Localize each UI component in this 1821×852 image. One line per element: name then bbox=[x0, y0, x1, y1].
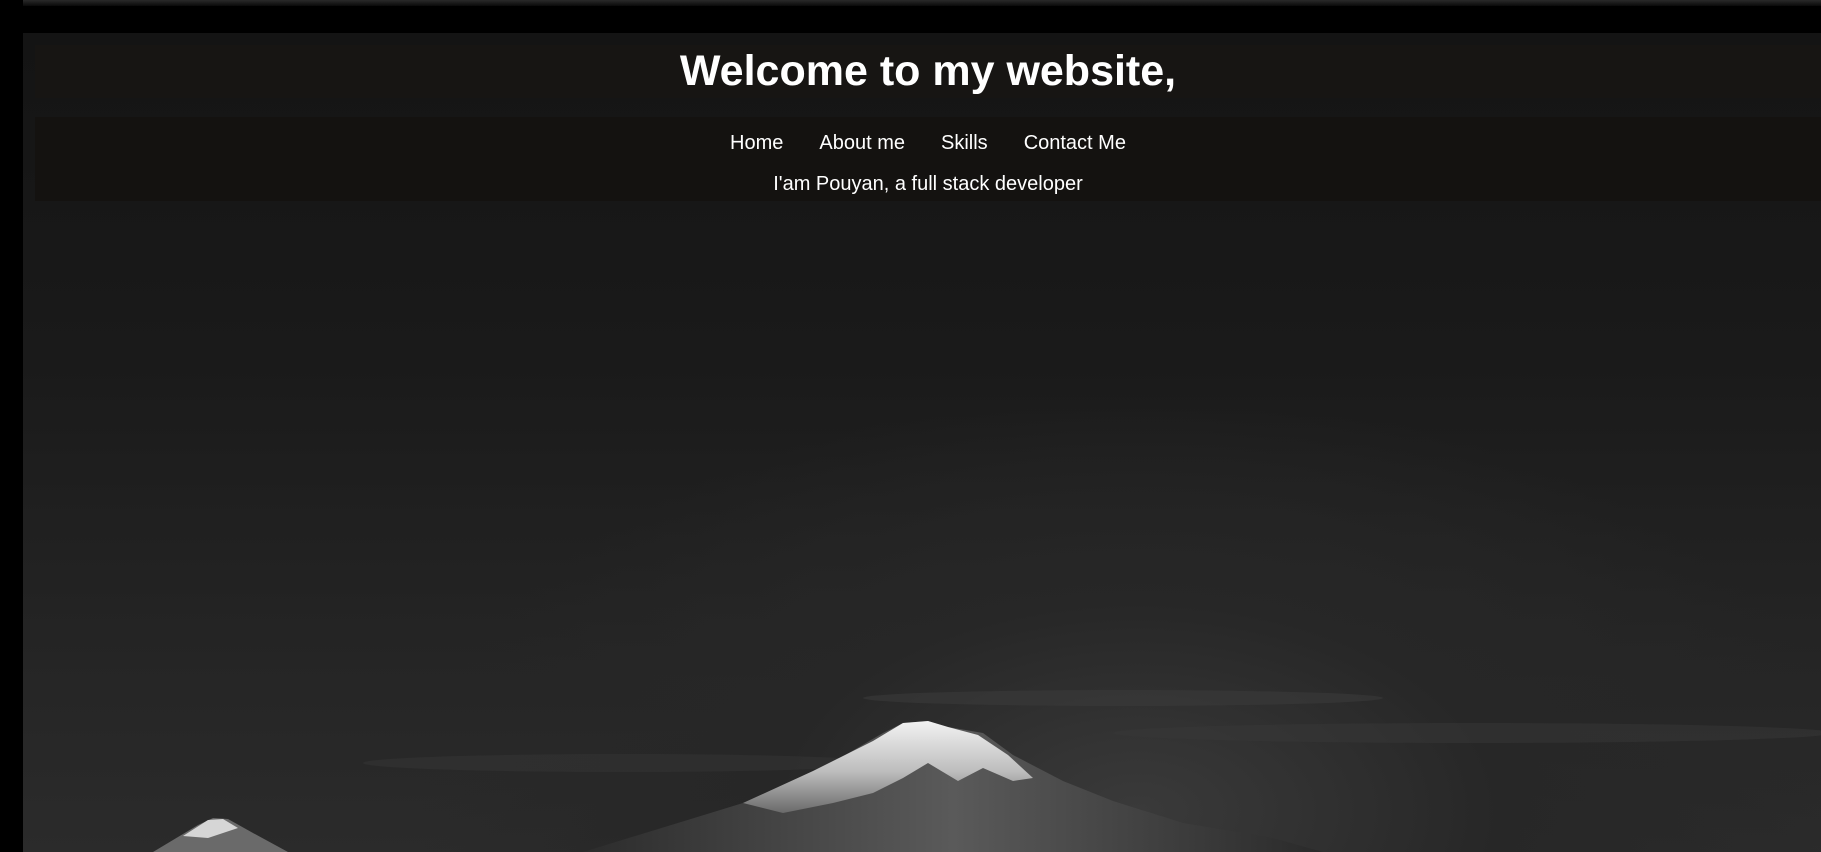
page-container: Welcome to my website, Home About me Ski… bbox=[23, 33, 1821, 852]
nav-banner: Home About me Skills Contact Me I'am Pou… bbox=[35, 117, 1821, 201]
nav-link-home[interactable]: Home bbox=[730, 129, 783, 157]
nav-link-contact-me[interactable]: Contact Me bbox=[1024, 129, 1126, 157]
window-top-bar bbox=[0, 0, 1821, 6]
nav-link-skills[interactable]: Skills bbox=[941, 129, 988, 157]
window-left-edge bbox=[0, 0, 23, 852]
hero-tagline: I'am Pouyan, a full stack developer bbox=[773, 173, 1083, 195]
main-nav: Home About me Skills Contact Me bbox=[35, 129, 1821, 157]
page-title: Welcome to my website, bbox=[679, 47, 1177, 95]
header-banner: Welcome to my website, bbox=[35, 45, 1821, 98]
nav-link-about-me[interactable]: About me bbox=[819, 129, 905, 157]
